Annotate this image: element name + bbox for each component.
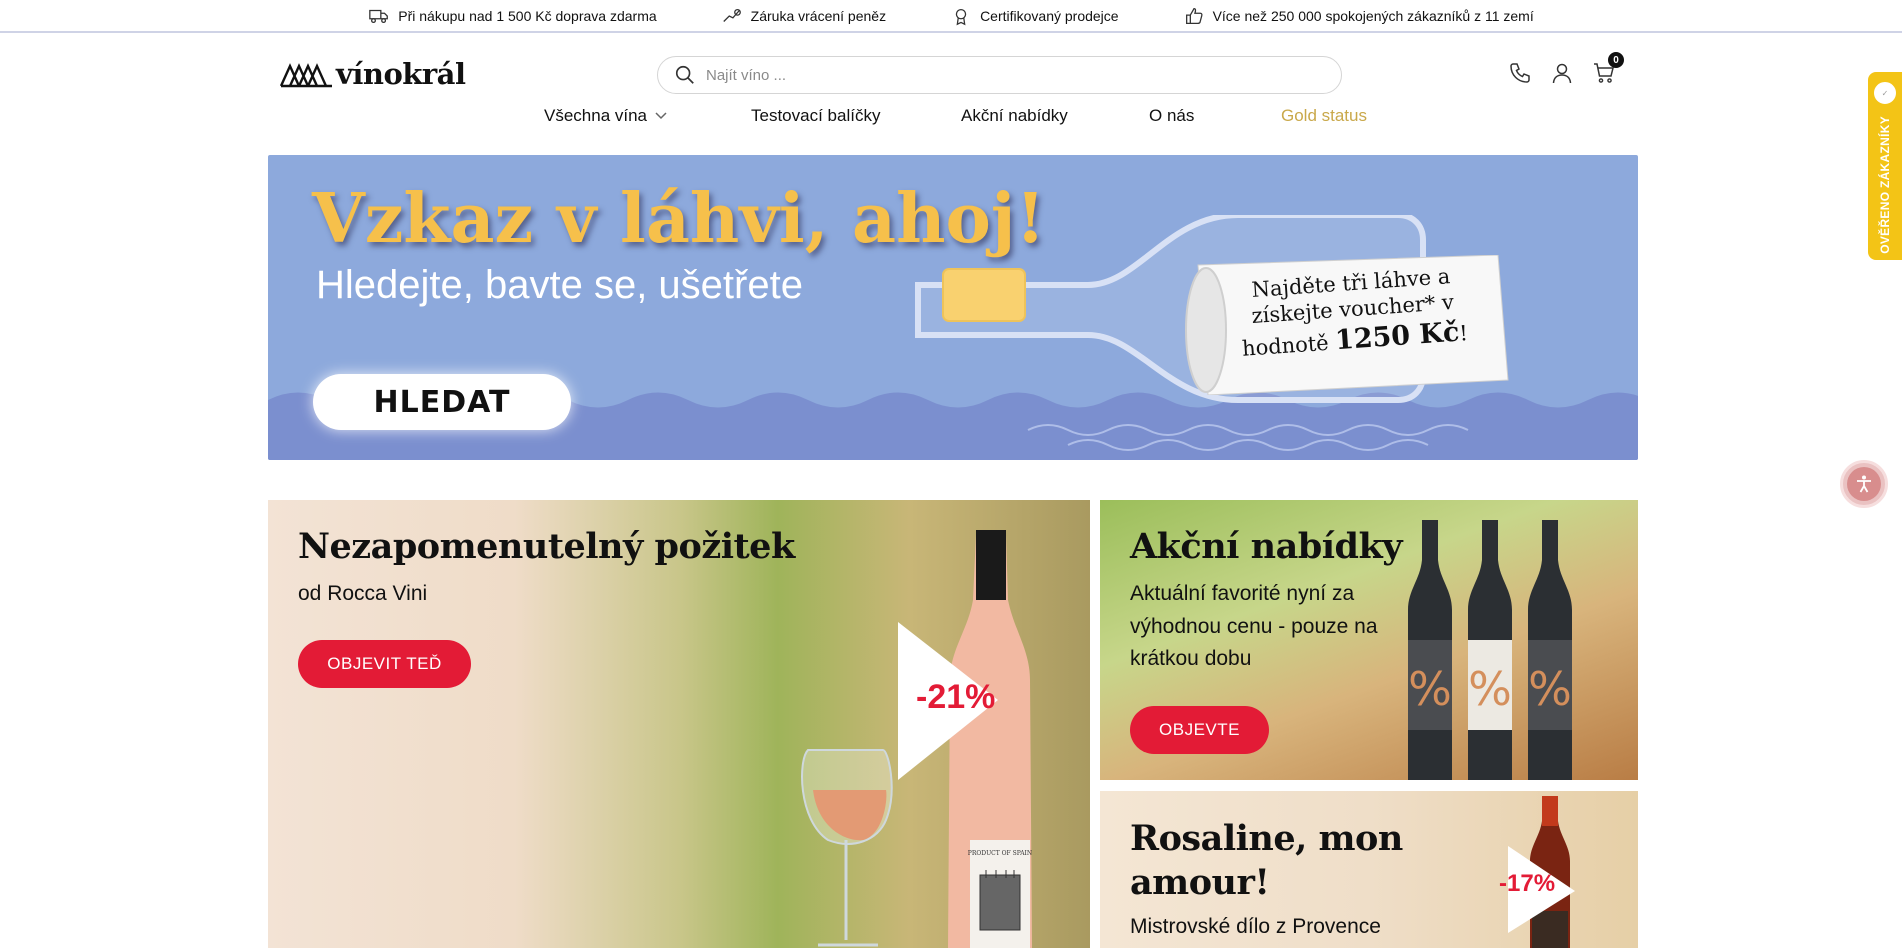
discount-badge: -21% [916, 678, 996, 716]
explore-button[interactable]: OBJEVTE [1130, 706, 1269, 754]
search-icon [675, 65, 694, 84]
nav-item-tasting-packs[interactable]: Testovací balíčky [751, 106, 880, 126]
topbar-item-customers: Více než 250 000 spokojených zákazníků z… [1183, 6, 1534, 26]
header-actions: 0 [1508, 52, 1624, 85]
phone-button[interactable] [1508, 61, 1532, 85]
verified-reviews-tab[interactable]: ✓ OVĚŘENO ZÁKAZNÍKY [1868, 72, 1902, 260]
site-logo[interactable]: vínokrál [280, 57, 466, 91]
topbar-item-label: Více než 250 000 spokojených zákazníků z… [1212, 7, 1534, 24]
site-header: vínokrál 0 Všechna vína Testovací balíčk… [0, 33, 1902, 141]
hero-subtitle: Hledejte, bavte se, ušetřete [316, 263, 803, 307]
verified-text: OVĚŘENO ZÁKAZNÍKY [1878, 116, 1892, 254]
account-button[interactable] [1550, 61, 1574, 85]
hero-search-button[interactable]: HLEDAT [313, 374, 571, 430]
card-title: Akční nabídky [1130, 526, 1403, 567]
discover-now-button[interactable]: OBJEVIT TEĎ [298, 640, 471, 688]
svg-text:PRODUCT OF SPAIN: PRODUCT OF SPAIN [968, 850, 1032, 857]
svg-text:%: % [1468, 662, 1512, 716]
truck-icon [369, 9, 389, 23]
nav-item-gold-status[interactable]: Gold status [1281, 106, 1367, 126]
note-amount: 1250 Kč [1333, 316, 1461, 356]
top-info-bar: Při nákupu nad 1 500 Kč doprava zdarma Z… [0, 0, 1902, 33]
chevron-down-icon [655, 112, 667, 120]
card-title: Nezapomenutelný požitek [298, 526, 795, 567]
topbar-item-shipping: Při nákupu nad 1 500 Kč doprava zdarma [368, 6, 657, 26]
promo-card-rocca-vini[interactable]: PRODUCT OF SPAIN -21% Nezapomenutelný po… [268, 500, 1090, 948]
logo-text: vínokrál [336, 57, 466, 91]
discount-badge: -17% [1499, 870, 1556, 897]
hero-banner[interactable]: Vzkaz v láhvi, ahoj! Hledejte, bavte se,… [268, 155, 1638, 460]
wine-bottles-image: % % % [1408, 520, 1572, 780]
search-box[interactable] [657, 56, 1342, 94]
wine-glass-bottle-image: PRODUCT OF SPAIN [801, 530, 1032, 948]
nav-item-all-wines[interactable]: Všechna vína [544, 106, 667, 126]
accessibility-button[interactable] [1840, 460, 1888, 508]
user-icon [1552, 63, 1572, 84]
card-subtitle: Mistrovské dílo z Provence [1130, 915, 1381, 938]
card-subtitle: od Rocca Vini [298, 582, 428, 605]
promo-card-rosaline[interactable]: -17% Rosaline, mon amour! Mistrovské díl… [1100, 791, 1638, 948]
verified-badge-icon: ✓ [1872, 80, 1898, 106]
note-suffix: ! [1458, 320, 1469, 346]
thumbs-up-icon [1185, 7, 1203, 24]
promo-card-offers[interactable]: % % % Akční nabídky Aktuální favorité ny… [1100, 500, 1638, 780]
card-description: Aktuální favorité nyní za výhodnou cenu … [1130, 582, 1378, 671]
hero-title: Vzkaz v láhvi, ahoj! [312, 179, 1046, 259]
cart-count-badge: 0 [1608, 52, 1624, 68]
topbar-item-guarantee: Záruka vrácení peněz [721, 6, 886, 26]
certificate-icon [955, 8, 967, 25]
cart-button[interactable]: 0 [1592, 52, 1624, 85]
topbar-item-label: Při nákupu nad 1 500 Kč doprava zdarma [398, 7, 657, 24]
svg-text:%: % [1528, 662, 1572, 716]
nav-item-offers[interactable]: Akční nabídky [961, 106, 1068, 126]
phone-icon [1510, 63, 1530, 83]
search-input[interactable] [706, 66, 1306, 84]
note-prefix: hodnotě [1241, 330, 1330, 361]
mountain-logo-icon [280, 63, 332, 88]
card-title: Rosaline, mon amour! [1130, 818, 1403, 903]
topbar-item-label: Certifikovaný prodejce [980, 7, 1119, 24]
topbar-item-certified: Certifikovaný prodejce [950, 6, 1119, 26]
nav-item-about[interactable]: O nás [1149, 106, 1194, 126]
nav-item-label: Všechna vína [544, 106, 648, 125]
money-back-icon [722, 8, 741, 22]
topbar-item-label: Záruka vrácení peněz [750, 7, 887, 24]
accessibility-icon [1847, 467, 1881, 501]
svg-text:%: % [1408, 662, 1452, 716]
